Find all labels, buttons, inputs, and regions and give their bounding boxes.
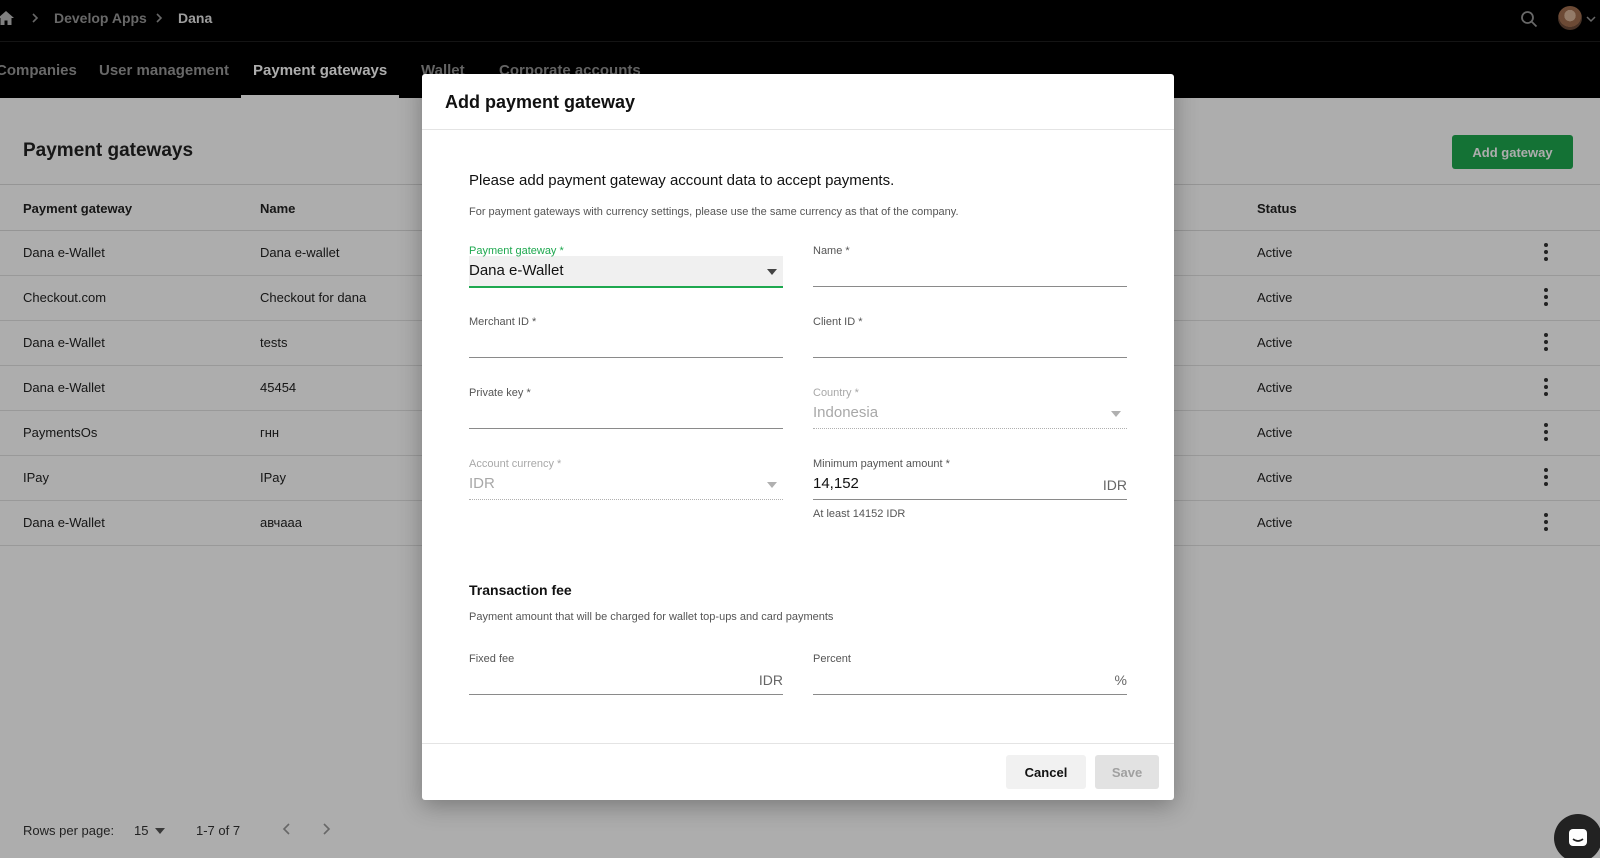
private-key-field[interactable]: Private key *: [469, 387, 783, 431]
payment-gateway-value: Dana e-Wallet: [469, 262, 564, 279]
currency-suffix: IDR: [1102, 477, 1127, 493]
add-payment-gateway-dialog: Add payment gateway Please add payment g…: [422, 74, 1174, 800]
name-label: Name *: [813, 245, 850, 257]
transaction-fee-hint: Payment amount that will be charged for …: [469, 611, 834, 623]
chat-button[interactable]: [1554, 814, 1600, 858]
dialog-title: Add payment gateway: [445, 92, 636, 112]
client-id-field[interactable]: Client ID *: [813, 316, 1127, 360]
private-key-label: Private key *: [469, 387, 531, 399]
account-currency-value: IDR: [469, 475, 495, 492]
field-underline: [469, 286, 783, 288]
chevron-down-icon: [767, 482, 777, 488]
dialog-hint: For payment gateways with currency setti…: [469, 206, 959, 218]
chevron-down-icon: [1111, 411, 1121, 417]
merchant-id-field[interactable]: Merchant ID *: [469, 316, 783, 360]
account-currency-label: Account currency *: [469, 458, 562, 470]
transaction-fee-title: Transaction fee: [469, 582, 572, 598]
percent-label: Percent: [813, 653, 851, 665]
percent-suffix: %: [1114, 672, 1127, 688]
field-underline: [469, 357, 783, 358]
currency-suffix: IDR: [758, 672, 783, 688]
country-value: Indonesia: [813, 404, 879, 421]
payment-gateway-label: Payment gateway *: [469, 245, 564, 257]
save-button[interactable]: Save: [1095, 755, 1159, 789]
dialog-intro: Please add payment gateway account data …: [469, 172, 895, 189]
country-select: Country * Indonesia: [813, 387, 1127, 431]
country-label: Country *: [813, 387, 859, 399]
cancel-button[interactable]: Cancel: [1006, 755, 1086, 789]
minimum-payment-field[interactable]: Minimum payment amount * 14,152 IDR: [813, 458, 1127, 502]
client-id-label: Client ID *: [813, 316, 863, 328]
field-underline: [469, 428, 783, 429]
dialog-footer-divider: [422, 743, 1174, 744]
dialog-header-divider: [422, 129, 1174, 130]
field-underline: [813, 499, 1127, 500]
minimum-payment-label: Minimum payment amount *: [813, 458, 950, 470]
chat-icon: [1569, 829, 1587, 846]
name-field[interactable]: Name *: [813, 245, 1127, 289]
merchant-id-label: Merchant ID *: [469, 316, 537, 328]
percent-field[interactable]: Percent %: [813, 653, 1127, 697]
chevron-down-icon: [767, 269, 777, 275]
minimum-payment-helper: At least 14152 IDR: [813, 508, 906, 520]
fixed-fee-label: Fixed fee: [469, 653, 515, 665]
field-underline: [813, 694, 1127, 695]
field-underline: [813, 357, 1127, 358]
account-currency-select: Account currency * IDR: [469, 458, 783, 502]
fixed-fee-field[interactable]: Fixed fee IDR: [469, 653, 783, 697]
field-underline: [813, 286, 1127, 287]
minimum-payment-value: 14,152: [813, 475, 859, 492]
field-underline: [469, 694, 783, 695]
field-underline: [469, 499, 783, 500]
payment-gateway-select[interactable]: Payment gateway * Dana e-Wallet: [469, 245, 783, 289]
field-underline: [813, 428, 1127, 429]
